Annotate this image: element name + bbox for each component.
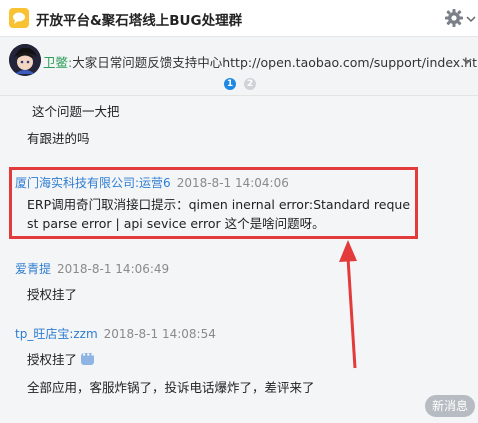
chat-window: 开放平台&聚石塔线上BUG处理群 卫鳖:大家日常问题反馈支持中心http://o…: [0, 0, 478, 423]
red-arrow-icon: [339, 240, 357, 369]
new-messages-button[interactable]: 新消息: [425, 395, 475, 417]
